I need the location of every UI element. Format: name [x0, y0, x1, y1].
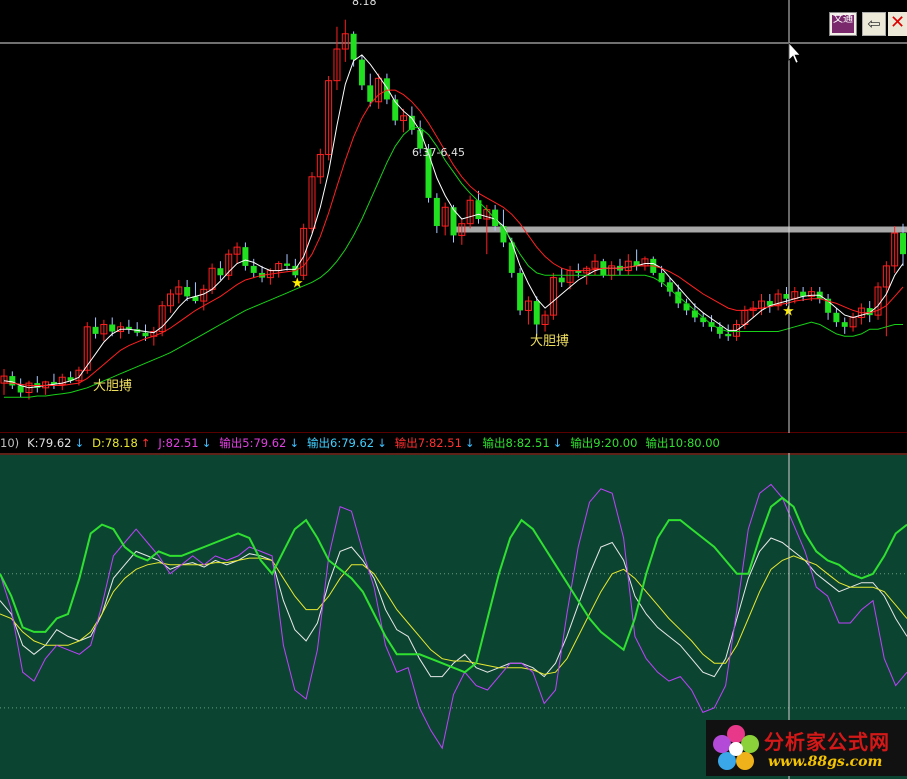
candle-body	[683, 303, 690, 311]
legend-item: 输出9:20.00	[570, 436, 638, 450]
candle-body	[433, 197, 440, 227]
candle-body	[533, 301, 540, 325]
legend-item: J:82.51	[158, 436, 199, 450]
legend-item: D:78.18	[92, 436, 138, 450]
legend-item: 输出5:79.62	[219, 436, 287, 450]
candle-body	[350, 33, 357, 60]
doc-button[interactable]: 文通	[829, 12, 857, 36]
candle-body	[383, 78, 390, 100]
candle-body	[725, 333, 732, 337]
legend-arrow-icon: ↓	[201, 436, 212, 450]
watermark: 分析家公式网 www.88gs.com	[706, 720, 907, 776]
legend-item: 输出6:79.62	[307, 436, 375, 450]
candle-body	[492, 209, 499, 227]
legend-arrow-icon: ↓	[552, 436, 563, 450]
candle-body	[242, 247, 249, 266]
watermark-title: 分析家公式网	[764, 730, 890, 754]
candle-body	[358, 59, 365, 86]
signal-label-1: 大胆搏	[93, 378, 132, 394]
candle-body	[284, 263, 291, 266]
hline-label: 6.37-6.45	[412, 146, 465, 159]
candle-body	[367, 85, 374, 102]
peak-price-label: 8.18	[352, 0, 377, 8]
chart-stage: ★ ★ 8.18 6.37-6.45 大胆搏 大胆搏	[0, 0, 907, 779]
candle-body	[109, 324, 116, 332]
candle-body	[517, 272, 524, 311]
candle-body	[392, 99, 399, 121]
signal-label-2: 大胆搏	[530, 333, 569, 349]
back-arrow-icon[interactable]: ⇦	[862, 12, 886, 36]
candle-body	[833, 312, 840, 323]
star-signal: ★	[782, 304, 795, 320]
legend-arrow-icon: ↓	[74, 436, 85, 450]
legend-item: 10)	[0, 436, 20, 450]
candle-body	[691, 310, 698, 318]
star-signal: ★	[291, 276, 304, 292]
legend-item: 输出8:82.51	[482, 436, 550, 450]
legend-arrow-icon: ↑	[140, 436, 151, 450]
watermark-url: www.88gs.com	[768, 754, 883, 770]
candle-body	[142, 332, 149, 337]
doc-button-label: 文通	[832, 15, 854, 33]
candle-body	[558, 277, 565, 283]
close-icon[interactable]: ✕	[888, 12, 907, 36]
legend-item: 输出7:82.51	[394, 436, 462, 450]
legend-arrow-icon: ↓	[377, 436, 387, 450]
legend-item: K:79.62	[27, 436, 72, 450]
candle-body	[217, 268, 224, 276]
candle-body	[9, 376, 16, 386]
flower-logo-icon	[713, 725, 759, 770]
legend-item: 输出10:80.00	[645, 436, 720, 450]
candle-body	[92, 326, 99, 334]
candle-body	[184, 286, 191, 297]
candle-body	[841, 322, 848, 327]
indicator-legend: 10) K:79.62 ↓ D:78.18 ↑ J:82.51 ↓ 输出5:79.62 ↓ 输出6…	[0, 433, 907, 453]
legend-arrow-icon: ↓	[289, 436, 300, 450]
legend-arrow-icon: ↓	[464, 436, 475, 450]
candle-body	[900, 233, 906, 255]
candle-body	[250, 265, 257, 273]
